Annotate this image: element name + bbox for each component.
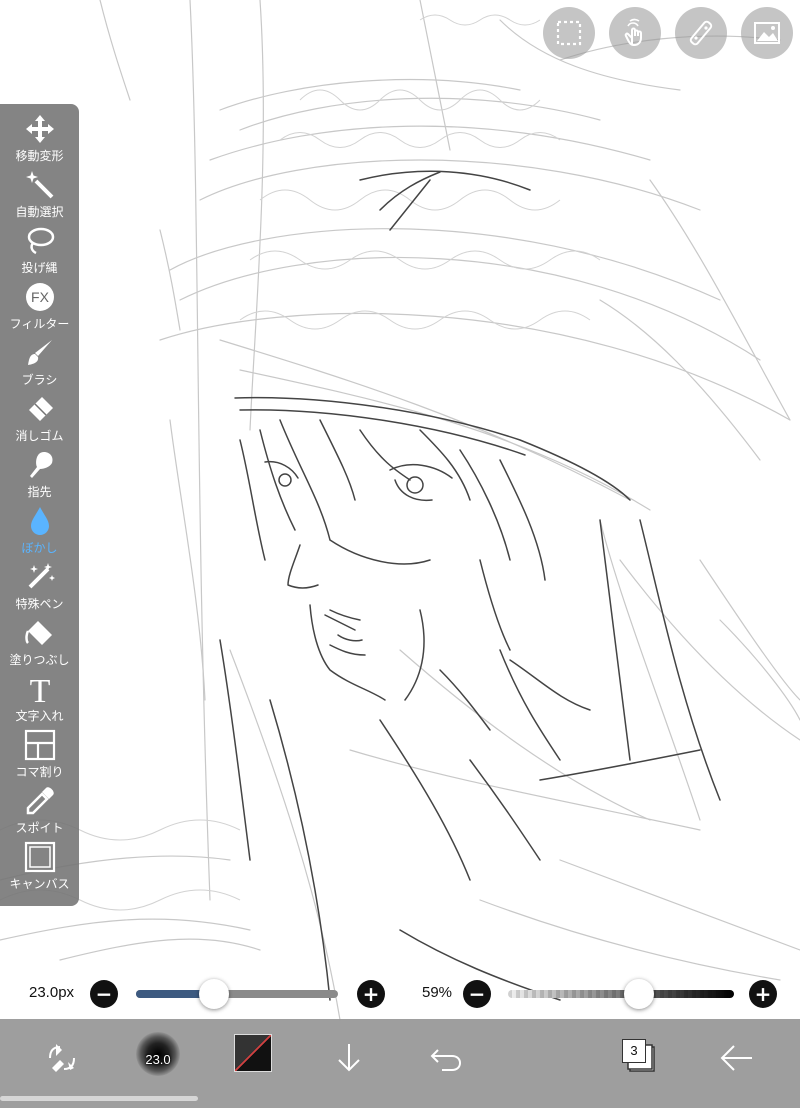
tool-label: スポイト (15, 821, 64, 835)
frame-divider-icon (24, 729, 55, 761)
opacity-increase-button[interactable]: + (749, 980, 777, 1008)
tool-bucket-fill[interactable]: 塗りつぶし (0, 616, 79, 672)
arrow-down-icon (338, 1044, 360, 1072)
swap-tool-icon (49, 1044, 75, 1072)
smudge-finger-icon (29, 452, 53, 478)
eraser-icon (28, 397, 53, 421)
download-layer-button[interactable] (325, 1034, 373, 1082)
bottom-toolbar: 23.0 3 (0, 1019, 800, 1108)
tool-label: 投げ縄 (21, 261, 58, 275)
tool-blur[interactable]: ぼかし (0, 504, 79, 560)
tool-label: 塗りつぶし (9, 653, 70, 667)
minus-icon: − (95, 982, 113, 1006)
brush-preview-size-label: 23.0 (145, 1052, 171, 1067)
text-icon: T (29, 673, 50, 705)
layers-button[interactable]: 3 (622, 1039, 655, 1072)
special-pen-icon (28, 563, 55, 589)
tool-smudge[interactable]: 指先 (0, 448, 79, 504)
undo-icon (430, 1049, 462, 1071)
blur-drop-icon (30, 507, 49, 535)
tool-label: キャンバス (9, 877, 70, 891)
filter-fx-icon: FX (25, 283, 54, 311)
tool-label: 指先 (27, 485, 52, 499)
tool-label: 特殊ペン (15, 597, 64, 611)
plus-icon: + (362, 982, 380, 1006)
tool-brush[interactable]: ブラシ (0, 336, 79, 392)
minus-icon: − (468, 982, 486, 1006)
gallery-icon (754, 22, 780, 44)
brush-size-increase-button[interactable]: + (357, 980, 385, 1008)
canvas-icon (24, 841, 55, 873)
touch-gesture-icon (624, 18, 642, 46)
undo-button[interactable] (422, 1034, 470, 1082)
opacity-slider-track[interactable] (508, 990, 734, 998)
tool-label: ぼかし (21, 541, 58, 555)
ruler-icon (689, 20, 713, 46)
back-button[interactable] (712, 1034, 760, 1082)
drawing-canvas[interactable] (0, 0, 800, 1108)
tool-label: 移動変形 (15, 149, 64, 163)
arrow-left-icon (720, 1045, 752, 1071)
svg-text:FX: FX (31, 289, 50, 305)
opacity-value: 59% (422, 984, 453, 1001)
selection-icon (556, 20, 582, 46)
magic-wand-icon (25, 171, 53, 199)
tool-magic-wand[interactable]: 自動選択 (0, 168, 79, 224)
tool-special-pen[interactable]: 特殊ペン (0, 560, 79, 616)
opacity-decrease-button[interactable]: − (463, 980, 491, 1008)
tool-label: 文字入れ (15, 709, 64, 723)
tool-label: ブラシ (21, 373, 58, 387)
layer-count: 3 (622, 1039, 646, 1063)
tool-eraser[interactable]: 消しゴム (0, 392, 79, 448)
tool-panel: 移動変形 自動選択 投げ縄 FX フィルター ブラシ 消しゴム 指先 ぼかし 特… (0, 104, 79, 906)
svg-text:T: T (29, 673, 50, 705)
tool-label: コマ割り (15, 765, 64, 779)
lasso-icon (27, 227, 54, 255)
tool-text[interactable]: T 文字入れ (0, 672, 79, 728)
opacity-slider-handle[interactable] (624, 979, 654, 1009)
gallery-button[interactable] (741, 7, 793, 59)
color-swatch-button[interactable] (234, 1034, 272, 1072)
tool-lasso[interactable]: 投げ縄 (0, 224, 79, 280)
tool-move-transform[interactable]: 移動変形 (0, 112, 79, 168)
brush-size-value: 23.0px (29, 984, 75, 1001)
brush-eraser-swap-button[interactable] (38, 1034, 86, 1082)
selection-button[interactable] (543, 7, 595, 59)
tool-label: 自動選択 (15, 205, 64, 219)
tool-label: フィルター (9, 317, 70, 331)
bucket-fill-icon (24, 621, 52, 645)
plus-icon: + (754, 982, 772, 1006)
brush-icon (27, 340, 52, 365)
tool-frame-divider[interactable]: コマ割り (0, 728, 79, 784)
ruler-button[interactable] (675, 7, 727, 59)
tool-canvas[interactable]: キャンバス (0, 840, 79, 896)
brush-size-decrease-button[interactable]: − (90, 980, 118, 1008)
tool-label: 消しゴム (15, 429, 64, 443)
home-indicator (0, 1096, 198, 1101)
eyedropper-icon (26, 787, 54, 815)
move-transform-icon (25, 115, 54, 143)
brush-size-slider-handle[interactable] (199, 979, 229, 1009)
touch-gesture-button[interactable] (609, 7, 661, 59)
tool-filter[interactable]: FX フィルター (0, 280, 79, 336)
tool-eyedropper[interactable]: スポイト (0, 784, 79, 840)
